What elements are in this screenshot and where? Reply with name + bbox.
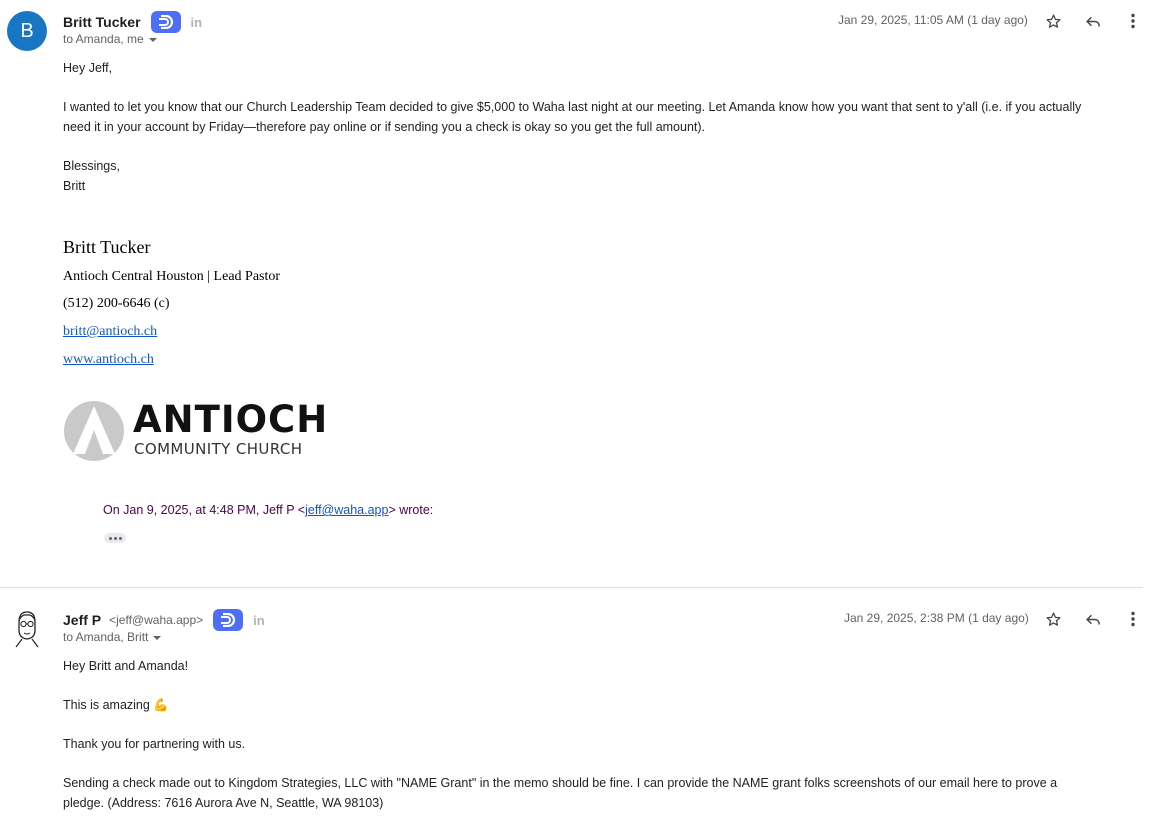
recipients[interactable]: to Amanda, me xyxy=(63,32,158,46)
message-body: Hey Britt and Amanda! This is amazing 💪 … xyxy=(63,656,1143,813)
sender-name[interactable]: Jeff P xyxy=(63,612,101,628)
signature-website-link[interactable]: www.antioch.ch xyxy=(63,352,154,367)
more-options-button[interactable] xyxy=(1121,9,1145,33)
message-body: Hey Jeff, I wanted to let you know that … xyxy=(63,58,1143,196)
signature-email-link[interactable]: britt@antioch.ch xyxy=(63,324,157,339)
sender-avatar-jeff[interactable] xyxy=(10,608,44,648)
linkedin-icon[interactable]: in xyxy=(253,613,265,628)
body-line: This is amazing 💪 xyxy=(63,698,169,712)
d-badge-icon[interactable] xyxy=(213,609,244,631)
avatar-letter: B xyxy=(20,19,34,42)
star-button[interactable] xyxy=(1041,9,1065,33)
d-badge-icon[interactable] xyxy=(150,11,181,33)
greeting: Hey Jeff, xyxy=(63,61,113,75)
message-divider xyxy=(0,587,1143,588)
recipients-text: to Amanda, me xyxy=(63,32,144,46)
logo-mark-icon xyxy=(64,401,124,461)
star-icon xyxy=(1045,611,1061,626)
body-line: Thank you for partnering with us. xyxy=(63,737,246,751)
signature-name: Britt Tucker xyxy=(63,237,151,257)
recipients[interactable]: to Amanda, Britt xyxy=(63,630,162,644)
closing: Blessings, xyxy=(63,159,120,173)
reply-button[interactable] xyxy=(1081,9,1105,33)
body-line: pledge. (Address: 7616 Aurora Ave N, Sea… xyxy=(63,796,384,810)
signature-phone: (512) 200-6646 (c) xyxy=(63,296,170,311)
quote-suffix: > wrote: xyxy=(388,503,434,517)
body-line: I wanted to let you know that our Church… xyxy=(63,100,1082,114)
sender-email[interactable]: <jeff@waha.app> xyxy=(109,613,203,627)
sender-name[interactable]: Britt Tucker xyxy=(63,14,141,30)
chevron-down-icon[interactable] xyxy=(148,32,158,46)
reply-button[interactable] xyxy=(1081,607,1105,631)
more-vert-icon xyxy=(1131,611,1135,627)
star-button[interactable] xyxy=(1041,607,1065,631)
sender-row: Jeff P <jeff@waha.app> in xyxy=(63,609,265,631)
quote-email-link[interactable]: jeff@waha.app xyxy=(305,503,388,517)
logo-word: ANTIOCH xyxy=(133,398,329,441)
message-date: Jan 29, 2025, 11:05 AM (1 day ago) xyxy=(838,13,1028,27)
signature-title: Antioch Central Houston | Lead Pastor xyxy=(63,269,281,284)
message-date: Jan 29, 2025, 2:38 PM (1 day ago) xyxy=(844,611,1029,625)
more-options-button[interactable] xyxy=(1121,607,1145,631)
reply-icon xyxy=(1085,16,1100,26)
recipients-text: to Amanda, Britt xyxy=(63,630,149,644)
more-vert-icon xyxy=(1131,13,1135,29)
chevron-down-icon[interactable] xyxy=(152,630,162,644)
star-icon xyxy=(1045,13,1061,28)
sender-avatar[interactable]: B xyxy=(7,11,47,51)
show-trimmed-content-button[interactable] xyxy=(104,533,126,543)
sender-row: Britt Tucker in xyxy=(63,11,202,33)
quote-prefix: On Jan 9, 2025, at 4:48 PM, Jeff P < xyxy=(103,503,306,517)
logo-subtitle: COMMUNITY CHURCH xyxy=(134,440,303,458)
linkedin-icon[interactable]: in xyxy=(191,15,203,30)
reply-icon xyxy=(1085,614,1100,624)
closing-name: Britt xyxy=(63,179,86,193)
body-line: Sending a check made out to Kingdom Stra… xyxy=(63,776,1058,790)
greeting: Hey Britt and Amanda! xyxy=(63,659,189,673)
church-logo: ANTIOCH COMMUNITY CHURCH xyxy=(63,398,343,464)
quote-attribution: On Jan 9, 2025, at 4:48 PM, Jeff P <jeff… xyxy=(103,503,433,517)
body-line: need it in your account by Friday—theref… xyxy=(63,120,706,134)
